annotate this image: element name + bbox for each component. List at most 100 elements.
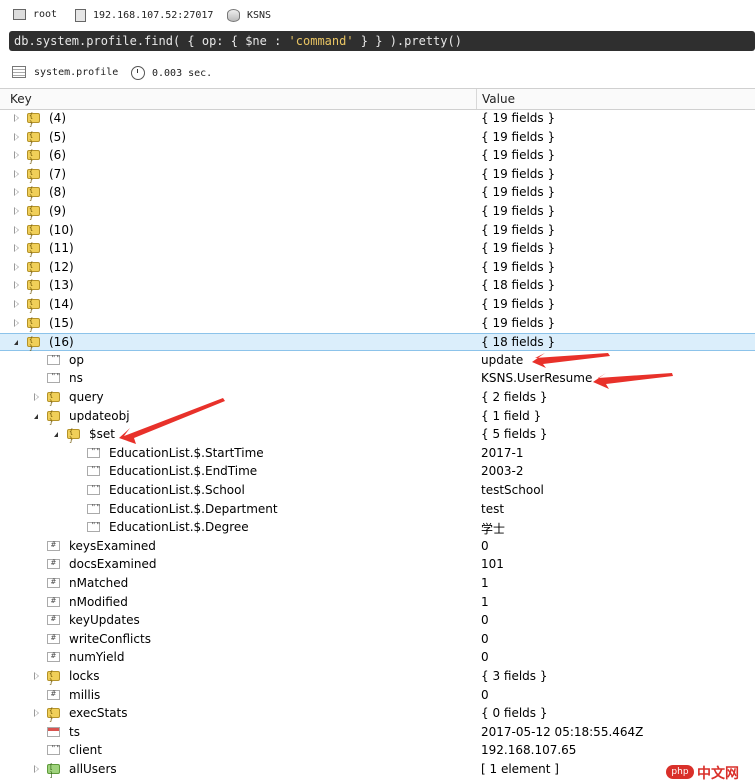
- row-value: 0: [481, 613, 489, 628]
- row-value: 2017-05-12 05:18:55.464Z: [481, 724, 644, 739]
- database-label: KSNS: [247, 10, 272, 21]
- key-column-header[interactable]: Key: [10, 92, 32, 106]
- tree-row[interactable]: (13) { 18 fields }: [0, 277, 755, 295]
- collection-item[interactable]: system.profile: [12, 66, 118, 78]
- time-label: 0.003 sec.: [152, 67, 213, 79]
- tree-row[interactable]: (10) { 19 fields }: [0, 222, 755, 240]
- tree-row[interactable]: (15) { 19 fields }: [0, 315, 755, 333]
- row-value: { 19 fields }: [481, 297, 556, 311]
- tree-row[interactable]: EducationList.$.EndTime 2003-2: [0, 463, 755, 481]
- number-icon: [47, 540, 60, 551]
- row-value: test: [481, 501, 505, 516]
- expand-arrow-icon[interactable]: [34, 672, 39, 680]
- tree-row[interactable]: updateobj { 1 field }: [0, 408, 755, 426]
- array-icon: [47, 763, 60, 779]
- tree-row[interactable]: (16) { 18 fields }: [0, 333, 755, 352]
- tree-row[interactable]: numYield 0: [0, 649, 755, 667]
- table-icon: [12, 66, 26, 78]
- string-icon: [47, 372, 61, 384]
- tree-row[interactable]: op update: [0, 352, 755, 370]
- collection-label: system.profile: [34, 66, 119, 78]
- tree-row[interactable]: (14) { 19 fields }: [0, 296, 755, 314]
- row-key: execStats: [69, 706, 128, 721]
- number-icon: [47, 577, 60, 588]
- tree-row[interactable]: nModified 1: [0, 594, 755, 612]
- row-value: 学士: [481, 522, 506, 537]
- tree-row[interactable]: (12) { 19 fields }: [0, 259, 755, 277]
- expand-arrow-icon[interactable]: [14, 300, 19, 308]
- tree-row[interactable]: EducationList.$.Department test: [0, 501, 755, 519]
- database-item[interactable]: KSNS: [227, 9, 271, 22]
- tree-row[interactable]: execStats { 0 fields }: [0, 705, 755, 723]
- tree-row[interactable]: allUsers [ 1 element ]: [0, 761, 755, 779]
- row-value: { 19 fields }: [481, 315, 556, 330]
- tree-row[interactable]: $set { 5 fields }: [0, 426, 755, 444]
- query-editor[interactable]: db.system.profile.find( { op: { $ne : 'c…: [9, 31, 755, 51]
- column-divider[interactable]: [476, 89, 477, 109]
- expand-arrow-icon[interactable]: [34, 765, 39, 773]
- collapse-arrow-icon[interactable]: [34, 413, 38, 419]
- tree-row[interactable]: client 192.168.107.65: [0, 742, 755, 760]
- expand-arrow-icon[interactable]: [34, 709, 39, 718]
- tree-row[interactable]: EducationList.$.StartTime 2017-1: [0, 445, 755, 463]
- tree-row[interactable]: (8) { 19 fields }: [0, 184, 755, 202]
- server-item[interactable]: 192.168.107.52:27017: [75, 9, 213, 22]
- tree-row[interactable]: (11) { 19 fields }: [0, 240, 755, 258]
- expand-arrow-icon[interactable]: [14, 281, 19, 290]
- row-key: keysExamined: [69, 538, 156, 553]
- tree-row[interactable]: keyUpdates 0: [0, 612, 755, 630]
- number-icon: [47, 614, 60, 626]
- collapse-arrow-icon[interactable]: [54, 432, 58, 438]
- row-value: { 19 fields }: [481, 222, 556, 237]
- row-value: KSNS.UserResume: [481, 371, 593, 386]
- expand-arrow-icon[interactable]: [34, 393, 39, 401]
- tree-row[interactable]: (4) { 19 fields }: [0, 110, 755, 128]
- tree-row[interactable]: locks { 3 fields }: [0, 668, 755, 686]
- object-icon: [27, 224, 40, 240]
- expand-arrow-icon[interactable]: [14, 188, 19, 197]
- tree-row[interactable]: keysExamined 0: [0, 538, 755, 556]
- expand-arrow-icon[interactable]: [14, 132, 19, 141]
- tree-row[interactable]: docsExamined 101: [0, 556, 755, 574]
- query-suffix: } } ).pretty(): [353, 34, 462, 48]
- tree-row[interactable]: (5) { 19 fields }: [0, 129, 755, 147]
- watermark: php 中文网: [663, 763, 755, 782]
- row-value: { 3 fields }: [481, 669, 548, 683]
- tree-row[interactable]: ts 2017-05-12 05:18:55.464Z: [0, 724, 755, 742]
- row-key: millis: [69, 687, 101, 702]
- tree-row[interactable]: (7) { 19 fields }: [0, 166, 755, 184]
- tree-row[interactable]: ns KSNS.UserResume: [0, 370, 755, 388]
- expand-arrow-icon[interactable]: [14, 262, 19, 271]
- tree-row[interactable]: EducationList.$.Degree 学士: [0, 519, 755, 537]
- row-key: (14): [49, 297, 74, 311]
- tree-row[interactable]: nMatched 1: [0, 575, 755, 593]
- expand-arrow-icon[interactable]: [14, 318, 19, 327]
- object-icon: [27, 261, 40, 277]
- expand-arrow-icon[interactable]: [14, 207, 19, 215]
- row-value: 0: [481, 650, 489, 665]
- expand-arrow-icon[interactable]: [14, 169, 19, 178]
- collapse-arrow-icon[interactable]: [14, 340, 18, 346]
- row-value: 2017-1: [481, 445, 524, 460]
- tree-row[interactable]: (9) { 19 fields }: [0, 203, 755, 221]
- tree-row[interactable]: (6) { 19 fields }: [0, 147, 755, 165]
- row-value: 0: [481, 687, 489, 702]
- row-key: (13): [49, 278, 74, 293]
- tree-row[interactable]: millis 0: [0, 687, 755, 705]
- row-value: testSchool: [481, 483, 544, 497]
- value-column-header[interactable]: Value: [482, 92, 515, 106]
- query-text[interactable]: db.system.profile.find( { op: { $ne : 'c…: [14, 34, 462, 48]
- tree-row[interactable]: query { 2 fields }: [0, 389, 755, 407]
- date-icon: [47, 726, 60, 737]
- user-item[interactable]: root: [13, 9, 57, 20]
- row-key: (16): [49, 335, 74, 350]
- object-icon: [27, 298, 40, 314]
- object-icon: [27, 242, 40, 258]
- expand-arrow-icon[interactable]: [14, 225, 19, 234]
- row-value: { 19 fields }: [481, 204, 556, 218]
- expand-arrow-icon[interactable]: [14, 244, 19, 253]
- expand-arrow-icon[interactable]: [14, 151, 19, 160]
- tree-row[interactable]: writeConflicts 0: [0, 631, 755, 649]
- expand-arrow-icon[interactable]: [14, 114, 19, 122]
- tree-row[interactable]: EducationList.$.School testSchool: [0, 482, 755, 500]
